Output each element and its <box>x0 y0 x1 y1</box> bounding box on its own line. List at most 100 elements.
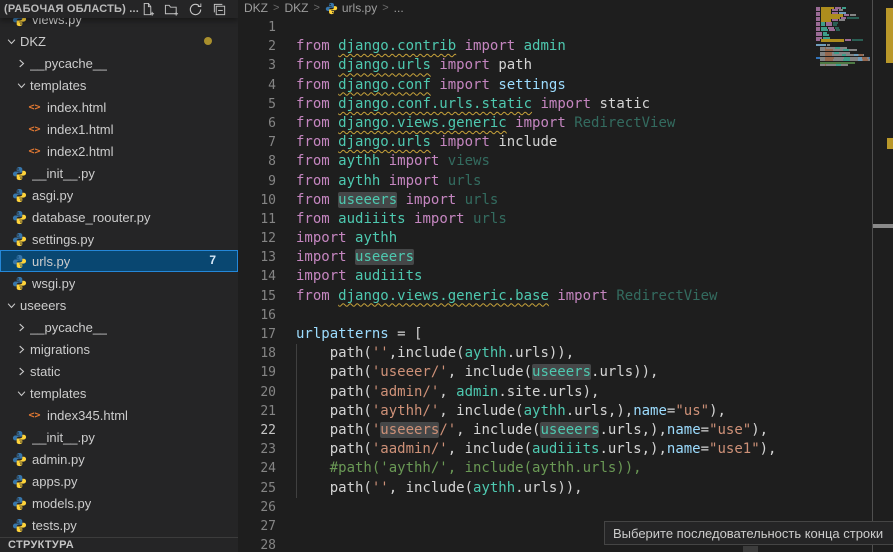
overview-ruler[interactable] <box>873 0 893 552</box>
code-token: = <box>701 441 709 457</box>
code-line[interactable]: import useeers <box>296 248 856 267</box>
line-number: 25 <box>238 479 276 498</box>
tree-folder-migrations[interactable]: migrations <box>0 338 238 360</box>
code-token: views <box>448 153 490 169</box>
tree-folder-templates[interactable]: templates <box>0 382 238 404</box>
code-token: "use" <box>709 422 751 438</box>
code-token: useeers <box>540 422 599 438</box>
breadcrumb-item[interactable]: DKZ <box>244 1 268 15</box>
code-token: name <box>633 403 667 419</box>
code-line[interactable] <box>296 306 856 325</box>
tree-folder-useeers[interactable]: useeers <box>0 294 238 316</box>
code-line[interactable]: from audiiits import urls <box>296 210 856 229</box>
tree-folder-__pycache__[interactable]: __pycache__ <box>0 52 238 74</box>
tree-file-index345.html[interactable]: <>index345.html <box>0 404 238 426</box>
code-token <box>330 192 338 208</box>
tree-file-__init__.py[interactable]: __init__.py <box>0 162 238 184</box>
chevron-down-icon[interactable] <box>15 79 27 91</box>
code-line[interactable]: path('useeers/', include(useeers.urls,),… <box>296 421 856 440</box>
tree-folder-templates[interactable]: templates <box>0 74 238 96</box>
code-line[interactable] <box>296 498 856 517</box>
code-token: include <box>498 134 557 150</box>
code-line[interactable]: from django.urls import include <box>296 133 856 152</box>
tree-file-urls.py[interactable]: urls.py7 <box>0 250 238 272</box>
code-line[interactable]: path('aythh/', include(aythh.urls,),name… <box>296 402 856 421</box>
file-tree: views.pyDKZ__pycache__templates<>index.h… <box>0 8 238 536</box>
tree-file-wsgi.py[interactable]: wsgi.py <box>0 272 238 294</box>
chevron-right-icon[interactable] <box>15 57 27 69</box>
code-token <box>330 211 338 227</box>
breadcrumb-item[interactable]: urls.py <box>325 1 377 15</box>
code-line[interactable]: from django.conf.urls.static import stat… <box>296 95 856 114</box>
code-line[interactable]: #path('aythh/', include(aythh.urls)), <box>296 459 856 478</box>
code-token: ), <box>709 403 726 419</box>
code-line[interactable]: from django.views.generic import Redirec… <box>296 114 856 133</box>
tree-file-admin.py[interactable]: admin.py <box>0 448 238 470</box>
tree-file-index.html[interactable]: <>index.html <box>0 96 238 118</box>
tree-file-index2.html[interactable]: <>index2.html <box>0 140 238 162</box>
outline-section-header[interactable]: СТРУКТУРА <box>0 537 238 552</box>
tree-file-settings.py[interactable]: settings.py <box>0 228 238 250</box>
code-area[interactable]: from django.contrib import adminfrom dja… <box>296 18 856 552</box>
code-token: urlpatterns <box>296 326 389 342</box>
tree-file-__init__.py[interactable]: __init__.py <box>0 426 238 448</box>
code-line[interactable]: from django.views.generic.base import Re… <box>296 287 856 306</box>
breadcrumb-item[interactable]: DKZ <box>284 1 308 15</box>
refresh-icon[interactable] <box>187 1 203 17</box>
code-line[interactable]: path('admin/', admin.site.urls), <box>296 383 856 402</box>
code-token <box>380 153 388 169</box>
code-token: admin <box>456 384 498 400</box>
tree-folder-DKZ[interactable]: DKZ <box>0 30 238 52</box>
code-line[interactable]: from django.conf import settings <box>296 76 856 95</box>
code-line[interactable]: import aythh <box>296 229 856 248</box>
chevron-down-icon[interactable] <box>5 299 17 311</box>
collapse-all-icon[interactable] <box>211 1 227 17</box>
code-token: urls <box>448 173 482 189</box>
python-file-icon <box>12 474 27 489</box>
code-token: ,include( <box>389 345 465 361</box>
tree-file-tests.py[interactable]: tests.py <box>0 514 238 536</box>
new-folder-icon[interactable] <box>163 1 179 17</box>
code-line[interactable] <box>296 18 856 37</box>
tree-file-asgi.py[interactable]: asgi.py <box>0 184 238 206</box>
python-file-icon <box>12 276 27 291</box>
chevron-down-icon[interactable] <box>15 387 27 399</box>
code-token <box>380 173 388 189</box>
code-line[interactable]: path('useeer/', include(useeers.urls)), <box>296 363 856 382</box>
code-token: aythh <box>524 403 566 419</box>
tree-file-apps.py[interactable]: apps.py <box>0 470 238 492</box>
chevron-right-icon[interactable] <box>15 321 27 333</box>
code-line[interactable]: from useeers import urls <box>296 191 856 210</box>
ruler-warning-mark <box>886 8 893 63</box>
code-line[interactable]: urlpatterns = [ <box>296 325 856 344</box>
breadcrumb-label: ... <box>394 1 404 15</box>
code-token: ), <box>760 441 777 457</box>
chevron-right-icon[interactable] <box>15 365 27 377</box>
code-token: , <box>439 384 456 400</box>
chevron-right-icon[interactable] <box>15 343 27 355</box>
code-line[interactable]: path('',include(aythh.urls)), <box>296 344 856 363</box>
breadcrumb-item[interactable]: ... <box>394 1 404 15</box>
code-line[interactable]: path('aadmin/', include(audiiits.urls,),… <box>296 440 856 459</box>
tree-file-database_roouter.py[interactable]: database_roouter.py <box>0 206 238 228</box>
code-line[interactable]: from django.urls import path <box>296 56 856 75</box>
code-line[interactable]: import audiiits <box>296 267 856 286</box>
tree-item-label: wsgi.py <box>32 276 75 291</box>
tree-folder-static[interactable]: static <box>0 360 238 382</box>
code-token <box>330 38 338 54</box>
tree-file-index1.html[interactable]: <>index1.html <box>0 118 238 140</box>
code-token <box>456 38 464 54</box>
editor-pane: DKZ>DKZ>urls.py>... 12345678910111213141… <box>238 0 893 552</box>
tree-item-label: DKZ <box>20 34 46 49</box>
line-number: 24 <box>238 459 276 478</box>
tree-file-models.py[interactable]: models.py <box>0 492 238 514</box>
new-file-icon[interactable] <box>139 1 155 17</box>
tree-folder-__pycache__[interactable]: __pycache__ <box>0 316 238 338</box>
code-line[interactable]: from django.contrib import admin <box>296 37 856 56</box>
tree-item-label: useeers <box>20 298 66 313</box>
chevron-down-icon[interactable] <box>5 35 17 47</box>
code-line[interactable]: from aythh import views <box>296 152 856 171</box>
code-line[interactable]: path('', include(aythh.urls)), <box>296 479 856 498</box>
code-line[interactable]: from aythh import urls <box>296 172 856 191</box>
code-token: , include( <box>448 441 532 457</box>
